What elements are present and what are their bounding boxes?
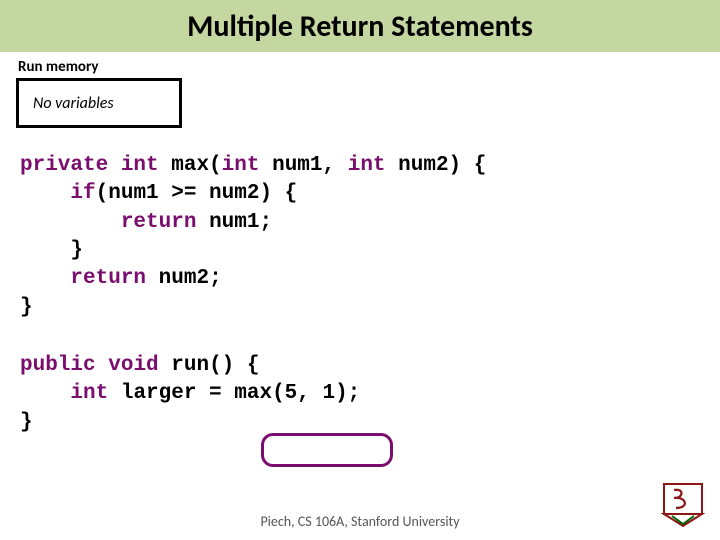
brace-close: } bbox=[20, 411, 33, 434]
run-memory-box: No variables bbox=[16, 78, 182, 128]
param-num2: num2) { bbox=[398, 154, 486, 177]
code-block-max: private int max(int num1, int num2) { if… bbox=[20, 152, 720, 322]
kw-int: int bbox=[348, 154, 386, 177]
kw-private: private bbox=[20, 154, 108, 177]
ret-num2: num2; bbox=[159, 267, 222, 290]
fn-run: run() { bbox=[171, 354, 259, 377]
footer-text: Piech, CS 106A, Stanford University bbox=[0, 513, 720, 530]
kw-int: int bbox=[70, 382, 108, 405]
kw-void: void bbox=[108, 354, 158, 377]
kw-int: int bbox=[121, 154, 159, 177]
kw-public: public bbox=[20, 354, 96, 377]
code-block-run: public void run() { int larger = max(5, … bbox=[20, 352, 720, 437]
larger-line: larger = max(5, 1); bbox=[121, 382, 360, 405]
title-band: Multiple Return Statements bbox=[0, 0, 720, 52]
slide-title: Multiple Return Statements bbox=[187, 8, 533, 45]
if-cond: (num1 >= num2) { bbox=[96, 182, 298, 205]
kw-return: return bbox=[121, 211, 197, 234]
kw-return: return bbox=[70, 267, 146, 290]
highlight-oval bbox=[261, 433, 393, 467]
run-memory-content: No variables bbox=[33, 94, 114, 113]
run-memory-label: Run memory bbox=[18, 58, 720, 76]
kw-int: int bbox=[222, 154, 260, 177]
fn-max: max( bbox=[171, 154, 221, 177]
stanford-logo bbox=[660, 478, 706, 528]
param-num1: num1, bbox=[272, 154, 335, 177]
ret-num1: num1; bbox=[209, 211, 272, 234]
brace-close: } bbox=[20, 296, 33, 319]
brace-close: } bbox=[70, 239, 83, 262]
kw-if: if bbox=[70, 182, 95, 205]
